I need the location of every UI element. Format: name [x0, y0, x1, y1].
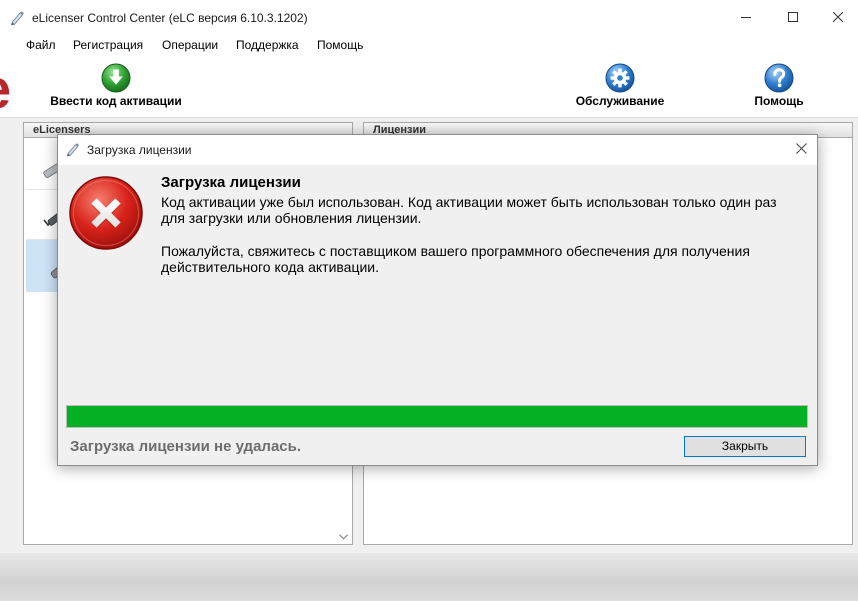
minimize-button[interactable]: [723, 0, 769, 35]
error-message-line: Код активации уже был использован. Код а…: [161, 194, 777, 210]
dialog-heading: Загрузка лицензии: [161, 174, 301, 191]
close-button[interactable]: [817, 0, 858, 35]
help-label: Помощь: [754, 94, 804, 108]
menu-operations[interactable]: Операции: [156, 35, 224, 55]
license-download-dialog: Загрузка лицензии Загрузка лицензии Код …: [57, 134, 818, 466]
error-message: Код активации уже был использован. Код а…: [161, 194, 777, 226]
status-text: Загрузка лицензии не удалась.: [70, 438, 302, 455]
close-dialog-button[interactable]: Закрыть: [684, 436, 806, 457]
progress-bar: [66, 405, 808, 428]
toolbar: e Ввести код активации: [0, 55, 858, 118]
error-icon: [68, 175, 144, 251]
menu-registration[interactable]: Регистрация: [67, 35, 149, 55]
contact-message: Пожалуйста, свяжитесь с поставщиком ваше…: [161, 243, 750, 275]
dialog-title: Загрузка лицензии: [87, 143, 192, 157]
chevron-down-icon: [339, 529, 348, 543]
contact-message-line: Пожалуйста, свяжитесь с поставщиком ваше…: [161, 243, 750, 259]
dialog-title-bar: Загрузка лицензии: [58, 135, 817, 165]
download-arrow-icon: [101, 63, 131, 93]
menu-file[interactable]: Файл: [20, 35, 62, 55]
enter-activation-code-button[interactable]: Ввести код активации: [44, 56, 188, 116]
close-dialog-button-label: Закрыть: [721, 439, 769, 453]
scroll-down-button[interactable]: [335, 527, 352, 544]
maintenance-button[interactable]: Обслуживание: [568, 56, 672, 116]
pen-icon: [9, 10, 25, 26]
close-icon: [795, 143, 807, 157]
maximize-button[interactable]: [770, 0, 816, 35]
progress-fill: [67, 406, 807, 427]
window-title: eLicenser Control Center (eLC версия 6.1…: [32, 11, 308, 25]
gear-icon: [605, 63, 635, 93]
close-icon: [832, 11, 843, 25]
menu-bar: Файл Регистрация Операции Поддержка Помо…: [0, 35, 858, 55]
contact-message-line: действительного кода активации.: [161, 259, 379, 275]
pen-icon: [65, 142, 80, 157]
maximize-icon: [788, 11, 798, 25]
help-button[interactable]: Помощь: [744, 56, 814, 116]
dialog-close-button[interactable]: [786, 135, 816, 165]
menu-help[interactable]: Помощь: [311, 35, 369, 55]
menu-support[interactable]: Поддержка: [230, 35, 305, 55]
status-bar: [0, 553, 858, 601]
maintenance-label: Обслуживание: [575, 94, 665, 108]
error-message-line: для загрузки или обновления лицензии.: [161, 210, 422, 226]
minimize-icon: [741, 11, 751, 25]
window-title-bar: eLicenser Control Center (eLC версия 6.1…: [0, 0, 858, 35]
elicenser-logo: e: [0, 61, 11, 117]
enter-activation-code-label: Ввести код активации: [50, 94, 182, 108]
question-icon: [764, 63, 794, 93]
